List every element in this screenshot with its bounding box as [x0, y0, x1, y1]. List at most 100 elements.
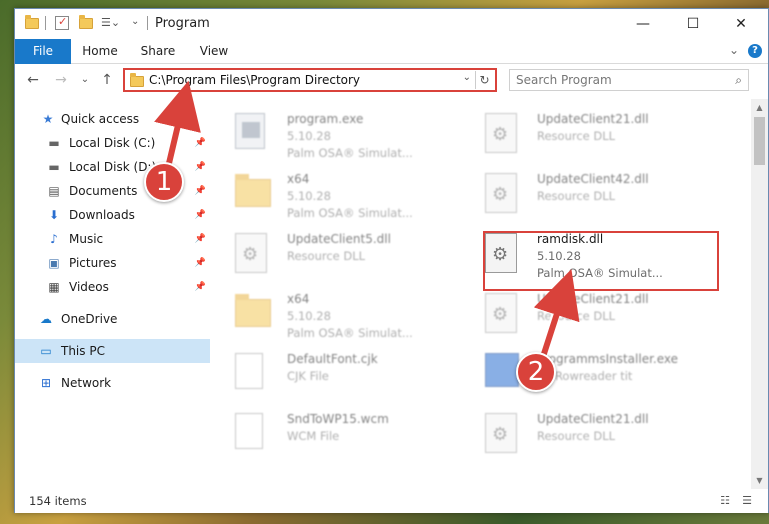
up-button[interactable]: ↑ [97, 70, 117, 90]
pin-icon[interactable]: 📌 [195, 138, 206, 148]
file-type: Resource DLL [537, 309, 616, 323]
sidebar-item-label: Music [69, 232, 104, 246]
close-button[interactable]: ✕ [718, 9, 764, 39]
address-bar[interactable]: C:\Program Files\Program Directory ⌄ ↻ [123, 68, 497, 92]
sidebar-item-network[interactable]: ⊞ Network [15, 371, 210, 395]
sidebar-item-onedrive[interactable]: ☁ OneDrive [15, 307, 210, 331]
callout-step-1: 1 [144, 162, 184, 202]
dll-file-icon [485, 173, 517, 213]
dll-file-icon [235, 233, 267, 273]
tab-share[interactable]: Share [133, 39, 183, 64]
tiles-view-icon[interactable]: ☰ [739, 494, 755, 508]
window-title: Program [155, 16, 210, 31]
drive-icon: ▬ [48, 160, 60, 174]
details-view-icon[interactable]: ☷ [717, 494, 733, 508]
expand-ribbon-icon[interactable]: ⌄ [729, 43, 739, 57]
file-type: WCM File [287, 429, 340, 443]
address-path[interactable]: C:\Program Files\Program Directory [149, 73, 360, 87]
list-item[interactable]: UpdateClient5.dll Resource DLL [211, 227, 451, 283]
file-version: 5.10.28 [287, 189, 331, 203]
list-item[interactable]: ProgrammsInstaller.exe BY Rowreader tit [461, 347, 701, 403]
drive-icon: ▬ [48, 136, 60, 150]
file-type: Resource DLL [287, 249, 366, 263]
pin-icon[interactable]: 📌 [195, 162, 206, 172]
folder-icon[interactable] [25, 15, 39, 30]
file-name: UpdateClient42.dll [537, 172, 649, 186]
sidebar-item-music[interactable]: ♪ Music 📌 [15, 227, 210, 251]
scroll-down-icon[interactable]: ▼ [751, 472, 768, 489]
sidebar-item-label: Documents [69, 184, 138, 198]
sidebar-item-videos[interactable]: ▦ Videos 📌 [15, 275, 210, 299]
help-icon[interactable]: ? [748, 44, 762, 58]
list-item[interactable]: DefaultFont.cjk CJK File [211, 347, 451, 403]
divider [45, 16, 46, 30]
tab-file[interactable]: File [15, 39, 71, 64]
title-bar: ✓ ☰⌄ ⌄ Program — ☐ ✕ [15, 9, 768, 39]
pin-icon[interactable]: 📌 [195, 234, 206, 244]
music-icon: ♪ [50, 232, 58, 246]
network-icon: ⊞ [40, 376, 52, 390]
tab-home[interactable]: Home [75, 39, 125, 64]
installer-icon [485, 353, 519, 387]
list-item[interactable]: x64 5.10.28 Palm OSA® Simulat... [211, 167, 451, 223]
pin-icon[interactable]: 📌 [195, 258, 206, 268]
minimize-button[interactable]: — [620, 9, 666, 39]
back-button[interactable]: ← [23, 70, 43, 90]
search-placeholder: Search Program [516, 73, 612, 87]
dll-file-icon [485, 293, 517, 333]
customize-toolbar-icon[interactable]: ☰⌄ [101, 16, 120, 30]
sidebar-item-this-pc[interactable]: ▭ This PC [15, 339, 210, 363]
folder-icon [235, 294, 271, 327]
maximize-button[interactable]: ☐ [670, 9, 716, 39]
pin-icon[interactable]: 📌 [195, 282, 206, 292]
sidebar-item-pictures[interactable]: ▣ Pictures 📌 [15, 251, 210, 275]
list-item[interactable]: UpdateClient21.dll Resource DLL [461, 407, 701, 463]
file-version: 5.10.28 [287, 309, 331, 323]
chevron-down-icon[interactable]: ⌄ [131, 16, 145, 30]
dll-file-icon [485, 413, 517, 453]
sidebar-item-quick-access[interactable]: ★ Quick access [15, 107, 210, 131]
search-input[interactable]: Search Program ⌕ [509, 69, 749, 91]
file-type: CJK File [287, 369, 329, 383]
file-name: UpdateClient5.dll [287, 232, 391, 246]
list-item[interactable]: x64 5.10.28 Palm OSA® Simulat... [211, 287, 451, 343]
forward-button[interactable]: → [51, 70, 71, 90]
callout-step-2: 2 [516, 352, 556, 392]
sidebar-item-label: Downloads [69, 208, 135, 222]
documents-icon: ▤ [48, 184, 60, 198]
search-icon[interactable]: ⌕ [735, 73, 742, 88]
file-name: x64 [287, 292, 310, 306]
file-name: x64 [287, 172, 310, 186]
this-pc-icon: ▭ [40, 344, 52, 358]
file-name: UpdateClient21.dll [537, 412, 649, 426]
sidebar-item-local-disk-c[interactable]: ▬ Local Disk (C:) 📌 [15, 131, 210, 155]
list-item[interactable]: SndToWP15.wcm WCM File [211, 407, 451, 463]
file-description: Palm OSA® Simulat... [287, 146, 413, 160]
list-item[interactable]: UpdateClient21.dll Resource DLL [461, 107, 701, 163]
file-name: UpdateClient21.dll [537, 292, 649, 306]
file-type: Resource DLL [537, 429, 616, 443]
tab-view[interactable]: View [191, 39, 237, 64]
list-item[interactable]: UpdateClient42.dll Resource DLL [461, 167, 701, 223]
address-dropdown-icon[interactable]: ⌄ [463, 72, 471, 83]
folder-icon [235, 174, 271, 207]
file-type: Resource DLL [537, 129, 616, 143]
file-name: ProgrammsInstaller.exe [537, 352, 679, 366]
list-item[interactable]: program.exe 5.10.28 Palm OSA® Simulat... [211, 107, 451, 163]
new-folder-icon[interactable] [79, 15, 93, 30]
text-file-icon [235, 353, 263, 389]
scroll-up-icon[interactable]: ▲ [751, 99, 768, 116]
onedrive-cloud-icon: ☁ [40, 312, 52, 326]
vertical-scrollbar[interactable]: ▲ ▼ [751, 99, 768, 489]
properties-icon[interactable]: ✓ [55, 15, 69, 30]
list-item[interactable]: UpdateClient21.dll Resource DLL [461, 287, 701, 343]
pin-icon[interactable]: 📌 [195, 186, 206, 196]
scroll-thumb[interactable] [754, 117, 765, 165]
refresh-button[interactable]: ↻ [475, 71, 493, 89]
pictures-icon: ▣ [48, 256, 60, 270]
item-count: 154 items [29, 494, 87, 508]
recent-locations-button[interactable]: ⌄ [75, 70, 95, 90]
sidebar-item-downloads[interactable]: ⬇ Downloads 📌 [15, 203, 210, 227]
pin-icon[interactable]: 📌 [195, 210, 206, 220]
file-version: 5.10.28 [287, 129, 331, 143]
